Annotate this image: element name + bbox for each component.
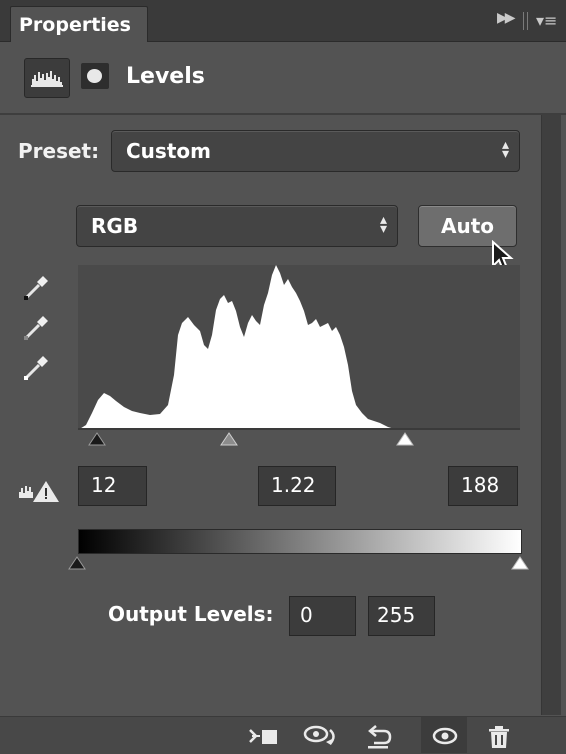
clipping-warning-icon[interactable] bbox=[17, 478, 61, 504]
delete-icon[interactable] bbox=[486, 724, 512, 750]
output-white-field[interactable]: 255 bbox=[368, 596, 435, 636]
divider bbox=[527, 12, 528, 30]
collapse-icon[interactable]: ▶▶ bbox=[497, 10, 515, 26]
panel-menu-icon[interactable]: ▾≡ bbox=[536, 11, 557, 30]
input-black-field[interactable]: 12 bbox=[78, 466, 147, 506]
output-black-slider[interactable] bbox=[67, 556, 87, 571]
input-gamma-field[interactable]: 1.22 bbox=[258, 466, 336, 506]
output-black-field[interactable]: 0 bbox=[289, 596, 356, 636]
channel-select[interactable]: RGB ▴ ▾ bbox=[76, 205, 398, 247]
select-arrows-icon: ▴ ▾ bbox=[501, 137, 509, 162]
preset-select[interactable]: Custom ▴ ▾ bbox=[111, 130, 520, 172]
output-white-slider[interactable] bbox=[510, 556, 530, 571]
toggle-visibility-icon[interactable] bbox=[430, 724, 460, 748]
input-gamma-value: 1.22 bbox=[271, 473, 316, 497]
input-gamma-slider[interactable] bbox=[219, 432, 239, 447]
input-white-value: 188 bbox=[461, 473, 500, 497]
input-black-value: 12 bbox=[91, 473, 117, 497]
histogram-baseline bbox=[78, 428, 520, 430]
view-previous-state-icon[interactable] bbox=[302, 724, 340, 748]
properties-tab[interactable]: Properties bbox=[10, 6, 148, 42]
output-black-value: 0 bbox=[300, 603, 313, 627]
properties-panel: Properties ▶▶ ▾≡ Levels Preset: Custom ▴… bbox=[0, 0, 566, 754]
black-point-eyedropper-icon[interactable] bbox=[22, 272, 52, 302]
mask-icon[interactable] bbox=[81, 63, 109, 89]
output-gradient-bar bbox=[78, 529, 522, 554]
histogram-graph bbox=[78, 265, 398, 430]
channel-value: RGB bbox=[91, 214, 139, 238]
input-white-slider[interactable] bbox=[395, 432, 415, 447]
input-black-slider[interactable] bbox=[87, 432, 107, 447]
levels-histogram-icon[interactable] bbox=[24, 58, 70, 98]
gray-point-eyedropper-icon[interactable] bbox=[22, 312, 52, 342]
preset-label: Preset: bbox=[18, 139, 100, 163]
scrollbar[interactable] bbox=[541, 115, 561, 715]
clip-to-layer-icon[interactable] bbox=[248, 724, 280, 748]
adjustment-title: Levels bbox=[126, 64, 205, 89]
white-point-eyedropper-icon[interactable] bbox=[22, 352, 52, 382]
input-white-field[interactable]: 188 bbox=[448, 466, 518, 506]
panel-tab-bar: Properties ▶▶ ▾≡ bbox=[0, 0, 566, 42]
divider bbox=[523, 12, 524, 30]
header-divider bbox=[0, 113, 566, 115]
reset-icon[interactable] bbox=[364, 724, 394, 750]
output-levels-label: Output Levels: bbox=[108, 602, 274, 626]
select-arrows-icon: ▴ ▾ bbox=[379, 212, 387, 237]
preset-value: Custom bbox=[126, 139, 211, 163]
output-white-value: 255 bbox=[377, 603, 416, 627]
auto-button-label: Auto bbox=[441, 214, 495, 238]
histogram bbox=[78, 265, 520, 430]
bottom-toolbar bbox=[0, 716, 566, 754]
properties-tab-label: Properties bbox=[19, 14, 131, 36]
